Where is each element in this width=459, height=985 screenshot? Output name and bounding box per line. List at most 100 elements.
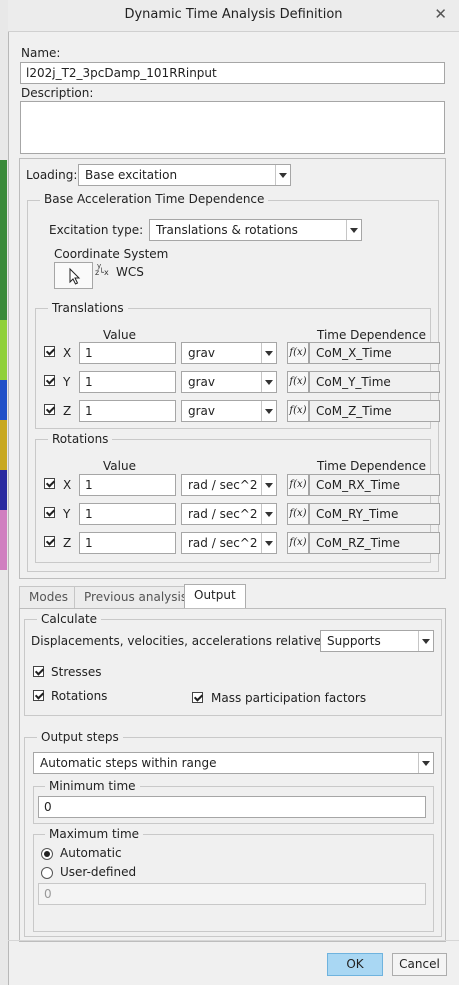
- mass-participation-checkbox[interactable]: [192, 692, 203, 703]
- rotations-label: Rotations: [51, 689, 108, 703]
- rotation-x-unit-value: rad / sec^2: [188, 478, 258, 492]
- function-fx-button[interactable]: f(x): [287, 474, 309, 496]
- function-fx-button[interactable]: f(x): [287, 532, 309, 554]
- rotation-x-checkbox[interactable]: [44, 478, 55, 489]
- translation-x-time-dependence[interactable]: CoM_X_Time: [309, 342, 440, 364]
- coordinate-select-button[interactable]: [54, 262, 93, 289]
- user-defined-radio[interactable]: [41, 867, 53, 879]
- tab-previous-analysis[interactable]: Previous analysis: [74, 586, 198, 608]
- output-steps-value: Automatic steps within range: [40, 756, 217, 770]
- close-icon[interactable]: ✕: [434, 5, 447, 23]
- rotation-z-value[interactable]: 1: [79, 532, 176, 554]
- chevron-down-icon: [261, 343, 276, 363]
- translation-x-unit-value: grav: [188, 346, 216, 360]
- automatic-label: Automatic: [60, 846, 122, 860]
- translation-y-unit[interactable]: grav: [181, 371, 277, 393]
- translation-y-checkbox[interactable]: [44, 375, 55, 386]
- translation-z-time-dependence[interactable]: CoM_Z_Time: [309, 400, 440, 422]
- loading-select-value: Base excitation: [85, 168, 178, 182]
- translation-x-value[interactable]: 1: [79, 342, 176, 364]
- output-steps-select[interactable]: Automatic steps within range: [33, 752, 434, 774]
- user-defined-label: User-defined: [60, 865, 137, 879]
- excitation-type-value: Translations & rotations: [156, 223, 298, 237]
- background-window-strip: [0, 0, 8, 985]
- translation-z-checkbox[interactable]: [44, 404, 55, 415]
- translation-z-value[interactable]: 1: [79, 400, 176, 422]
- rotation-x-value[interactable]: 1: [79, 474, 176, 496]
- rotation-y-checkbox[interactable]: [44, 507, 55, 518]
- footer-divider: [8, 940, 459, 941]
- rotation-z-time-dependence[interactable]: CoM_RZ_Time: [309, 532, 440, 554]
- translation-x-unit[interactable]: grav: [181, 342, 277, 364]
- rotations-checkbox[interactable]: [33, 690, 44, 701]
- rotation-x-time-dependence[interactable]: CoM_RX_Time: [309, 474, 440, 496]
- translation-y-unit-value: grav: [188, 375, 216, 389]
- calculate-title: Calculate: [37, 612, 102, 626]
- function-fx-button[interactable]: f(x): [287, 371, 309, 393]
- rotations-title: Rotations: [48, 432, 113, 446]
- description-label: Description:: [21, 86, 94, 100]
- rotation-z-unit[interactable]: rad / sec^2: [181, 532, 277, 554]
- translation-z-axis: Z: [63, 404, 72, 418]
- rotation-y-value[interactable]: 1: [79, 503, 176, 525]
- translation-y-axis: Y: [63, 375, 71, 389]
- translation-x-checkbox[interactable]: [44, 346, 55, 357]
- translations-td-header: Time Dependence: [317, 328, 426, 342]
- loading-select[interactable]: Base excitation: [78, 164, 291, 186]
- maximum-time-title: Maximum time: [45, 827, 144, 841]
- dialog-title: Dynamic Time Analysis Definition: [124, 7, 343, 22]
- automatic-radio[interactable]: [41, 848, 53, 860]
- maximum-time-input[interactable]: 0: [38, 883, 426, 905]
- relative-to-label: Displacements, velocities, accelerations…: [31, 634, 341, 648]
- translations-title: Translations: [48, 301, 128, 315]
- cancel-button[interactable]: Cancel: [392, 953, 447, 976]
- stresses-checkbox[interactable]: [33, 666, 44, 677]
- relative-to-value: Supports: [327, 634, 381, 648]
- chevron-down-icon: [346, 220, 361, 240]
- function-fx-button[interactable]: f(x): [287, 342, 309, 364]
- translation-z-unit-value: grav: [188, 404, 216, 418]
- excitation-type-label: Excitation type:: [49, 223, 144, 237]
- chevron-down-icon: [261, 401, 276, 421]
- name-input[interactable]: l202j_T2_3pcDamp_101RRinput: [20, 62, 445, 84]
- chevron-down-icon: [418, 631, 433, 651]
- rotation-y-unit-value: rad / sec^2: [188, 507, 258, 521]
- description-input[interactable]: [20, 101, 445, 154]
- rotation-y-time-dependence[interactable]: CoM_RY_Time: [309, 503, 440, 525]
- stresses-label: Stresses: [51, 665, 102, 679]
- function-fx-button[interactable]: f(x): [287, 400, 309, 422]
- rotation-x-axis: X: [63, 478, 72, 492]
- mass-participation-label: Mass participation factors: [211, 691, 367, 705]
- rotation-x-unit[interactable]: rad / sec^2: [181, 474, 277, 496]
- cursor-arrow-icon: [69, 267, 81, 285]
- chevron-down-icon: [261, 372, 276, 392]
- rotation-y-axis: Y: [63, 507, 71, 521]
- chevron-down-icon: [261, 504, 276, 524]
- translation-z-unit[interactable]: grav: [181, 400, 277, 422]
- function-fx-button[interactable]: f(x): [287, 503, 309, 525]
- relative-to-select[interactable]: Supports: [320, 630, 434, 652]
- rotation-z-unit-value: rad / sec^2: [188, 536, 258, 550]
- chevron-down-icon: [275, 165, 290, 185]
- translations-value-header: Value: [103, 328, 136, 342]
- excitation-type-select[interactable]: Translations & rotations: [149, 219, 362, 241]
- chevron-down-icon: [261, 475, 276, 495]
- minimum-time-input[interactable]: 0: [38, 796, 426, 818]
- translation-y-value[interactable]: 1: [79, 371, 176, 393]
- translation-y-time-dependence[interactable]: CoM_Y_Time: [309, 371, 440, 393]
- coordinate-system-value: WCS: [116, 265, 144, 279]
- chevron-down-icon: [261, 533, 276, 553]
- tab-output[interactable]: Output: [184, 584, 246, 609]
- ok-button[interactable]: OK: [327, 953, 383, 976]
- title-bar: Dynamic Time Analysis Definition ✕: [8, 0, 459, 32]
- output-steps-title: Output steps: [37, 730, 123, 744]
- chevron-down-icon: [418, 753, 433, 773]
- name-label: Name:: [21, 46, 61, 60]
- rotations-td-header: Time Dependence: [317, 459, 426, 473]
- rotation-z-checkbox[interactable]: [44, 536, 55, 547]
- minimum-time-title: Minimum time: [45, 779, 140, 793]
- rotation-y-unit[interactable]: rad / sec^2: [181, 503, 277, 525]
- tab-modes[interactable]: Modes: [19, 586, 78, 608]
- rotation-z-axis: Z: [63, 536, 72, 550]
- rotations-value-header: Value: [103, 459, 136, 473]
